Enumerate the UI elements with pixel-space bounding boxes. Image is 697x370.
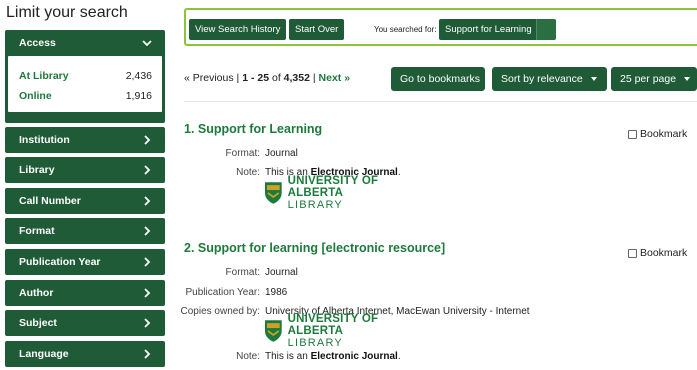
chevron-right-icon <box>144 318 151 328</box>
chevron-right-icon <box>144 196 151 206</box>
chevron-down-icon <box>142 40 152 47</box>
chevron-right-icon <box>144 226 151 236</box>
facet-access-label: Access <box>19 37 56 49</box>
per-page-dropdown[interactable]: 25 per page <box>611 67 697 91</box>
publication-year-label: Publication Year: <box>185 287 260 298</box>
next-link[interactable]: Next » <box>319 72 351 84</box>
query-constraint[interactable]: Support for Learning <box>439 19 556 40</box>
result-title[interactable]: 2. Support for learning [electronic reso… <box>184 241 445 255</box>
facet-item-count: 2,436 <box>125 70 152 82</box>
caret-down-icon <box>684 77 691 81</box>
bookmark-checkbox[interactable] <box>628 129 637 139</box>
previous-link: « Previous <box>184 72 234 84</box>
note-value: This is an Electronic Journal. <box>265 351 401 362</box>
range-of: of <box>271 72 281 84</box>
start-over-button[interactable]: Start Over <box>289 19 345 40</box>
note-prefix: This is an <box>265 351 308 362</box>
format-value: Journal <box>265 148 298 159</box>
sidebar-title: Limit your search <box>6 4 128 21</box>
university-of-alberta-library-logo[interactable]: UNIVERSITY OF ALBERTA LIBRARY <box>264 313 434 349</box>
remove-constraint-button[interactable] <box>536 19 556 40</box>
bookmark-label: Bookmark <box>640 128 688 140</box>
searched-for-label: You searched for: <box>374 25 437 34</box>
facet-item-label[interactable]: Online <box>19 90 52 102</box>
facet-format[interactable]: Format <box>5 218 165 244</box>
pagination: « Previous | 1 - 25 of 4,352 | Next » <box>184 72 350 84</box>
note-label: Note: <box>236 351 260 362</box>
facet-access-body: At Library 2,436 Online 1,916 <box>8 56 162 112</box>
logo-line-2: LIBRARY <box>287 199 343 211</box>
note-bold: Electronic Journal <box>310 351 398 362</box>
view-search-history-button[interactable]: View Search History <box>189 19 287 40</box>
facet-label: Call Number <box>19 195 81 207</box>
facet-call-number[interactable]: Call Number <box>5 188 165 214</box>
facet-access: Access At Library 2,436 Online 1,916 <box>5 30 165 123</box>
note-suffix: . <box>397 351 401 362</box>
per-page-label: 25 per page <box>620 73 677 85</box>
pager-separator: | <box>312 72 316 84</box>
chevron-right-icon <box>144 135 151 145</box>
logo-line-2: LIBRARY <box>287 337 343 349</box>
note-label: Note: <box>236 167 260 178</box>
ua-shield-icon <box>264 182 282 204</box>
ua-shield-icon <box>264 320 282 342</box>
bookmark-label: Bookmark <box>640 247 688 259</box>
toolbar-divider <box>184 101 697 102</box>
go-to-bookmarks-label: Go to bookmarks <box>400 73 480 85</box>
facet-label: Institution <box>19 134 70 146</box>
university-of-alberta-library-logo[interactable]: UNIVERSITY OF ALBERTA LIBRARY <box>264 175 434 211</box>
format-value: Journal <box>265 267 298 278</box>
search-constraints-bar: View Search History Start Over You searc… <box>184 8 697 46</box>
bookmark-toggle[interactable]: Bookmark <box>628 247 687 259</box>
range-dash: - <box>250 72 255 84</box>
facet-item-count: 1,916 <box>125 90 152 102</box>
result-title[interactable]: 1. Support for Learning <box>184 122 322 136</box>
publication-year-value: 1986 <box>265 287 288 298</box>
bookmark-toggle[interactable]: Bookmark <box>628 128 687 140</box>
go-to-bookmarks-button[interactable]: Go to bookmarks <box>391 67 485 91</box>
facet-item-online[interactable]: Online 1,916 <box>19 86 152 106</box>
range-start: 1 <box>242 72 249 84</box>
facet-label: Format <box>19 225 55 237</box>
facet-item-label[interactable]: At Library <box>19 70 69 82</box>
format-label: Format: <box>225 148 260 159</box>
bookmark-checkbox[interactable] <box>628 248 637 258</box>
copies-owned-label: Copies owned by: <box>180 306 261 317</box>
range-end: 25 <box>257 72 270 84</box>
pager-separator: | <box>236 72 240 84</box>
format-label: Format: <box>225 267 260 278</box>
query-constraint-value: Support for Learning <box>439 19 536 40</box>
logo-line-1: UNIVERSITY OF ALBERTA <box>287 313 379 337</box>
caret-down-icon <box>590 77 597 81</box>
facet-label: Subject <box>19 317 57 329</box>
total-results: 4,352 <box>283 72 310 84</box>
sort-label: Sort by relevance <box>501 73 583 85</box>
facet-access-header[interactable]: Access <box>5 30 165 56</box>
sort-dropdown[interactable]: Sort by relevance <box>492 67 607 91</box>
logo-line-1: UNIVERSITY OF ALBERTA <box>287 175 379 199</box>
facet-item-at-library[interactable]: At Library 2,436 <box>19 66 152 86</box>
